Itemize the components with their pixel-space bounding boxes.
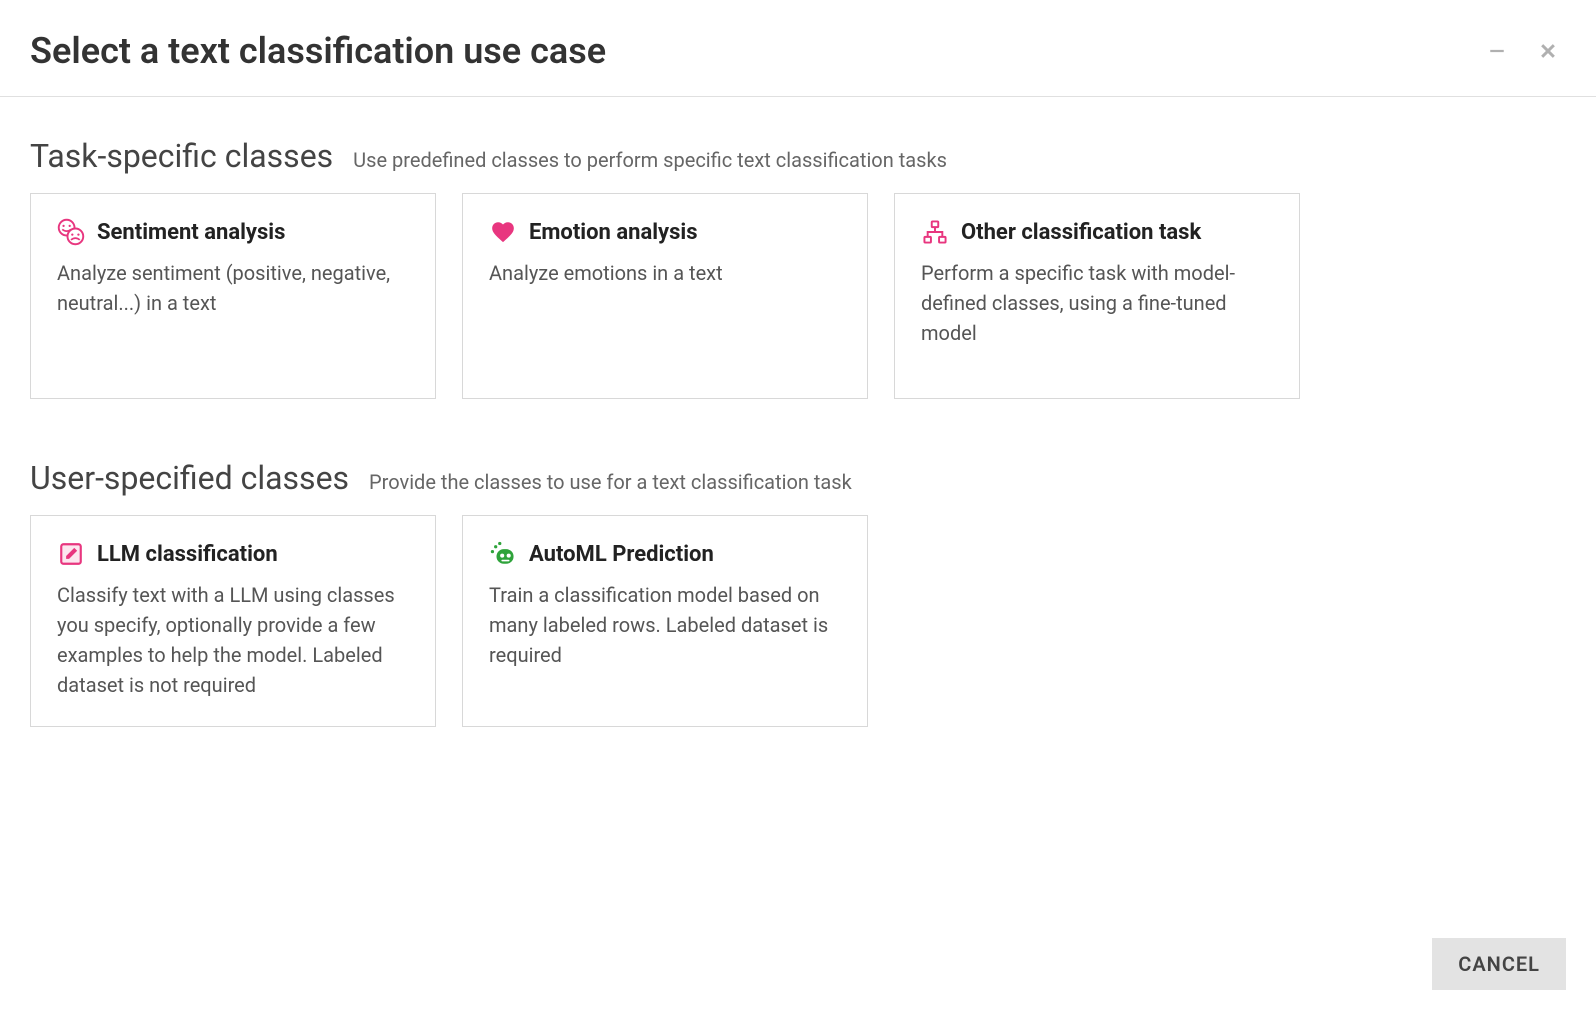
minimize-icon[interactable] bbox=[1488, 42, 1506, 60]
section-title: Task-specific classes bbox=[30, 137, 333, 175]
card-title: Emotion analysis bbox=[529, 220, 698, 245]
dialog-header: Select a text classification use case bbox=[0, 0, 1596, 97]
dialog-title: Select a text classification use case bbox=[30, 30, 606, 72]
dialog-footer: CANCEL bbox=[1432, 938, 1566, 990]
card-title: Other classification task bbox=[961, 220, 1201, 245]
task-specific-cards: Sentiment analysis Analyze sentiment (po… bbox=[30, 193, 1566, 399]
cancel-button[interactable]: CANCEL bbox=[1432, 938, 1566, 990]
card-header: Emotion analysis bbox=[489, 218, 841, 246]
card-desc: Train a classification model based on ma… bbox=[489, 580, 841, 670]
close-icon[interactable] bbox=[1538, 41, 1558, 61]
card-llm-classification[interactable]: LLM classification Classify text with a … bbox=[30, 515, 436, 727]
card-desc: Perform a specific task with model-defin… bbox=[921, 258, 1273, 348]
card-header: AutoML Prediction bbox=[489, 540, 841, 568]
section-subtitle: Provide the classes to use for a text cl… bbox=[369, 470, 852, 494]
section-subtitle: Use predefined classes to perform specif… bbox=[353, 148, 947, 172]
card-emotion-analysis[interactable]: Emotion analysis Analyze emotions in a t… bbox=[462, 193, 868, 399]
edit-square-icon bbox=[57, 540, 85, 568]
card-title: AutoML Prediction bbox=[529, 542, 714, 567]
card-desc: Analyze emotions in a text bbox=[489, 258, 841, 288]
card-title: LLM classification bbox=[97, 542, 278, 567]
section-header-user-specified: User-specified classes Provide the class… bbox=[30, 459, 1566, 497]
heart-icon bbox=[489, 218, 517, 246]
card-sentiment-analysis[interactable]: Sentiment analysis Analyze sentiment (po… bbox=[30, 193, 436, 399]
card-other-classification[interactable]: Other classification task Perform a spec… bbox=[894, 193, 1300, 399]
section-title: User-specified classes bbox=[30, 459, 349, 497]
card-desc: Analyze sentiment (positive, negative, n… bbox=[57, 258, 409, 318]
hierarchy-icon bbox=[921, 218, 949, 246]
card-desc: Classify text with a LLM using classes y… bbox=[57, 580, 409, 700]
header-controls bbox=[1488, 41, 1558, 61]
section-header-task-specific: Task-specific classes Use predefined cla… bbox=[30, 137, 1566, 175]
robot-icon bbox=[489, 540, 517, 568]
dialog-content: Task-specific classes Use predefined cla… bbox=[0, 97, 1596, 817]
smiley-faces-icon bbox=[57, 218, 85, 246]
card-header: LLM classification bbox=[57, 540, 409, 568]
card-automl-prediction[interactable]: AutoML Prediction Train a classification… bbox=[462, 515, 868, 727]
user-specified-cards: LLM classification Classify text with a … bbox=[30, 515, 1566, 727]
card-header: Sentiment analysis bbox=[57, 218, 409, 246]
card-title: Sentiment analysis bbox=[97, 220, 285, 245]
card-header: Other classification task bbox=[921, 218, 1273, 246]
